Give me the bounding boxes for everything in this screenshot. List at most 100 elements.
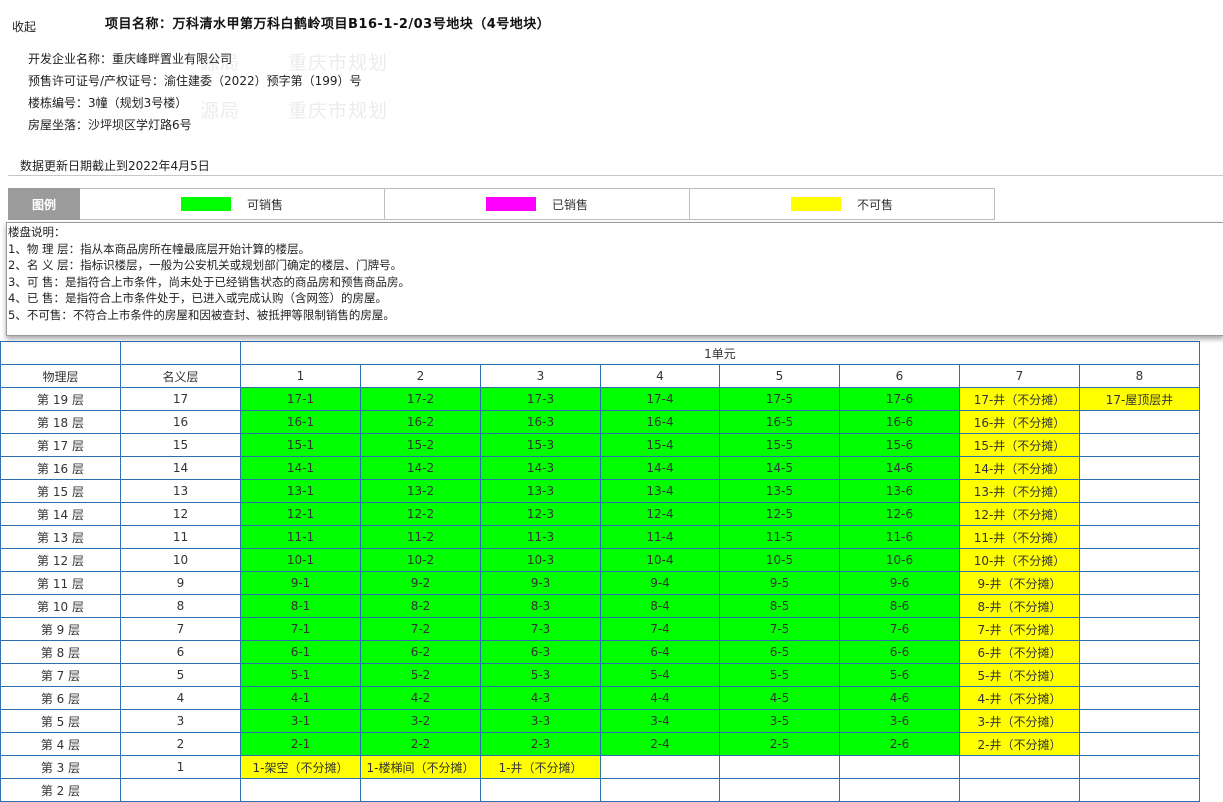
room-cell-available[interactable]: 15-1: [240, 433, 361, 457]
room-cell-available[interactable]: 14-3: [480, 456, 601, 480]
room-cell-available[interactable]: 10-2: [360, 548, 481, 572]
room-cell-available[interactable]: 13-2: [360, 479, 481, 503]
room-cell-available[interactable]: 10-5: [719, 548, 840, 572]
table-row: 第 9 层 7 7-1 7-2 7-3 7-4 7-5 7-6 7-井（不分摊）: [0, 617, 1200, 641]
room-cell-available[interactable]: 3-3: [480, 709, 601, 733]
room-cell-available[interactable]: 15-5: [719, 433, 840, 457]
room-cell-available[interactable]: 9-4: [600, 571, 720, 595]
room-cell-available[interactable]: 3-4: [600, 709, 720, 733]
room-cell-available[interactable]: 3-1: [240, 709, 361, 733]
room-cell-available[interactable]: 13-4: [600, 479, 720, 503]
room-cell-available[interactable]: 14-6: [839, 456, 960, 480]
room-cell-available[interactable]: 17-5: [719, 387, 840, 411]
room-cell-available[interactable]: 2-3: [480, 732, 601, 756]
room-cell-available[interactable]: 11-5: [719, 525, 840, 549]
room-cell-available[interactable]: 4-4: [600, 686, 720, 710]
room-cell-available[interactable]: 17-2: [360, 387, 481, 411]
room-cell-available[interactable]: 17-3: [480, 387, 601, 411]
room-cell-available[interactable]: 11-3: [480, 525, 601, 549]
room-cell-available[interactable]: 10-6: [839, 548, 960, 572]
room-cell-available[interactable]: 8-6: [839, 594, 960, 618]
room-cell-available[interactable]: 4-3: [480, 686, 601, 710]
room-cell-available[interactable]: 13-6: [839, 479, 960, 503]
room-cell-available[interactable]: 7-2: [360, 617, 481, 641]
room-cell-available[interactable]: 16-3: [480, 410, 601, 434]
room-cell-available[interactable]: 4-6: [839, 686, 960, 710]
room-cell-available[interactable]: 15-2: [360, 433, 481, 457]
room-cell-available[interactable]: 8-1: [240, 594, 361, 618]
room-cell-available[interactable]: 7-6: [839, 617, 960, 641]
room-cell-available[interactable]: 17-6: [839, 387, 960, 411]
room-cell-available[interactable]: 6-3: [480, 640, 601, 664]
room-cell-available[interactable]: 12-5: [719, 502, 840, 526]
collapse-link[interactable]: 收起: [12, 18, 36, 35]
room-cell-available[interactable]: 9-1: [240, 571, 361, 595]
room-cell-available[interactable]: 14-4: [600, 456, 720, 480]
room-cell-available[interactable]: 6-5: [719, 640, 840, 664]
room-cell-available[interactable]: 10-3: [480, 548, 601, 572]
room-cell-available[interactable]: 10-1: [240, 548, 361, 572]
room-cell-available[interactable]: 15-6: [839, 433, 960, 457]
room-cell-available[interactable]: 16-1: [240, 410, 361, 434]
room-cell-available[interactable]: 14-5: [719, 456, 840, 480]
room-cell-available[interactable]: 12-4: [600, 502, 720, 526]
room-cell-available[interactable]: 5-1: [240, 663, 361, 687]
room-cell-available[interactable]: 11-6: [839, 525, 960, 549]
room-cell-available[interactable]: 2-4: [600, 732, 720, 756]
room-cell-available[interactable]: 7-1: [240, 617, 361, 641]
room-cell-available[interactable]: 10-4: [600, 548, 720, 572]
room-cell-available[interactable]: 4-1: [240, 686, 361, 710]
room-cell-available[interactable]: 12-3: [480, 502, 601, 526]
room-cell-available[interactable]: 6-6: [839, 640, 960, 664]
room-cell-available[interactable]: 3-2: [360, 709, 481, 733]
room-cell-available[interactable]: 12-1: [240, 502, 361, 526]
room-cell-available[interactable]: 15-4: [600, 433, 720, 457]
room-cell-available[interactable]: 12-6: [839, 502, 960, 526]
room-cell-available[interactable]: 14-1: [240, 456, 361, 480]
room-cell-available[interactable]: 6-4: [600, 640, 720, 664]
room-cell-available[interactable]: 13-1: [240, 479, 361, 503]
room-cell-available[interactable]: 2-6: [839, 732, 960, 756]
room-cell-available[interactable]: 5-2: [360, 663, 481, 687]
room-cell-available[interactable]: 13-5: [719, 479, 840, 503]
room-cell-available[interactable]: 13-3: [480, 479, 601, 503]
room-cell-available[interactable]: 7-4: [600, 617, 720, 641]
room-cell-available[interactable]: 9-2: [360, 571, 481, 595]
table-row: 第 13 层 11 11-1 11-2 11-3 11-4 11-5 11-6 11-井（不分摊…: [0, 525, 1200, 549]
room-cell-available[interactable]: 16-4: [600, 410, 720, 434]
room-cell-available[interactable]: 5-3: [480, 663, 601, 687]
room-cell-available[interactable]: 5-6: [839, 663, 960, 687]
room-cell-available[interactable]: 2-5: [719, 732, 840, 756]
room-cell-available[interactable]: 7-3: [480, 617, 601, 641]
room-cell-available[interactable]: 17-4: [600, 387, 720, 411]
room-cell-available[interactable]: 16-5: [719, 410, 840, 434]
room-cell-available[interactable]: 6-2: [360, 640, 481, 664]
room-cell-available[interactable]: 17-1: [240, 387, 361, 411]
room-cell-available[interactable]: 15-3: [480, 433, 601, 457]
room-cell-available[interactable]: 16-6: [839, 410, 960, 434]
room-cell-available[interactable]: 8-2: [360, 594, 481, 618]
room-cell-available[interactable]: 3-6: [839, 709, 960, 733]
room-cell-available[interactable]: 8-4: [600, 594, 720, 618]
room-cell-available[interactable]: 7-5: [719, 617, 840, 641]
room-cell-available[interactable]: 11-1: [240, 525, 361, 549]
room-cell-available[interactable]: 9-6: [839, 571, 960, 595]
room-cell-available[interactable]: 2-2: [360, 732, 481, 756]
physical-floor-cell: 第 14 层: [0, 502, 121, 526]
room-cell-available[interactable]: 11-4: [600, 525, 720, 549]
room-cell-available[interactable]: 11-2: [360, 525, 481, 549]
room-cell-available[interactable]: 5-5: [719, 663, 840, 687]
room-cell-available[interactable]: 6-1: [240, 640, 361, 664]
room-cell-available[interactable]: 8-3: [480, 594, 601, 618]
room-cell-available[interactable]: 4-5: [719, 686, 840, 710]
room-cell-available[interactable]: 5-4: [600, 663, 720, 687]
room-cell-available[interactable]: 16-2: [360, 410, 481, 434]
room-cell-available[interactable]: 9-3: [480, 571, 601, 595]
room-cell-available[interactable]: 12-2: [360, 502, 481, 526]
room-cell-available[interactable]: 9-5: [719, 571, 840, 595]
room-cell-available[interactable]: 2-1: [240, 732, 361, 756]
room-cell-available[interactable]: 4-2: [360, 686, 481, 710]
room-cell-available[interactable]: 14-2: [360, 456, 481, 480]
room-cell-available[interactable]: 3-5: [719, 709, 840, 733]
room-cell-available[interactable]: 8-5: [719, 594, 840, 618]
